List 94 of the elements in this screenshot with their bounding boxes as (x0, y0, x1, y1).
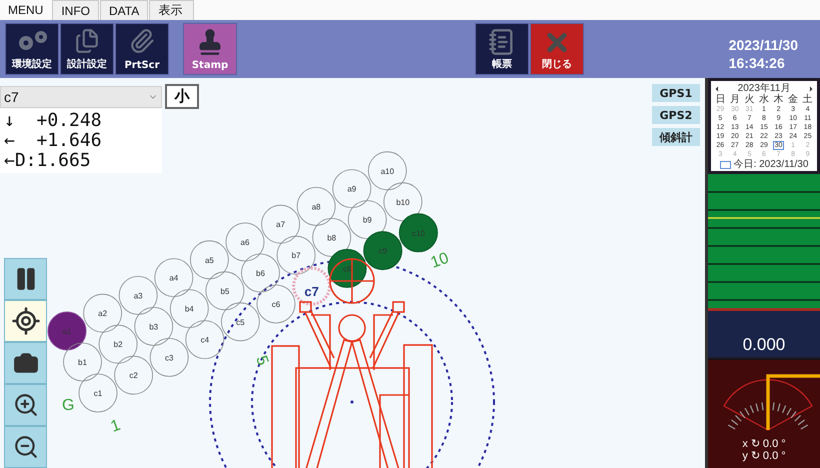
pile-circle[interactable] (398, 213, 438, 252)
tilt-reading: y ↻ 0.0 ° (742, 450, 786, 462)
offset-readout: ← +1.646 (4, 131, 103, 151)
toolbar-button[interactable]: 設計設定 (60, 23, 114, 75)
pile-label: c9 (378, 246, 388, 256)
pile-label: a7 (276, 220, 286, 230)
pile-circle[interactable] (276, 236, 316, 275)
pile-label: b7 (292, 251, 301, 260)
pile-label: a2 (98, 309, 108, 318)
pile-label: b6 (256, 269, 265, 278)
weekday-label: 金 (787, 94, 800, 105)
toolbar-button[interactable]: 環境設定 (5, 23, 59, 75)
pile-label: c7 (304, 284, 319, 300)
weekday-label: 木 (772, 94, 785, 105)
pile-circle[interactable] (221, 302, 260, 342)
pile-label: c8 (342, 264, 352, 274)
pile-label: b1 (78, 358, 87, 367)
pile-label: a8 (312, 202, 321, 212)
pile-label: b3 (149, 322, 158, 332)
offset-readout: ←D:1.665 (4, 151, 92, 171)
pile-select[interactable]: c7 (0, 86, 162, 108)
pile-label: c5 (236, 318, 245, 327)
pile-label: a4 (169, 274, 178, 283)
sensor-button[interactable]: GPS1 (652, 84, 700, 102)
today-link[interactable]: 今日: 2023/11/30 (734, 159, 808, 170)
pile-label: c6 (272, 300, 280, 309)
pile-circle[interactable] (83, 294, 122, 333)
documents-icon (74, 28, 100, 54)
level-reading: 0.000 (742, 334, 786, 356)
side-tool-button[interactable] (4, 300, 47, 342)
toolbar-button[interactable]: Stamp (183, 23, 237, 75)
pile-label: c10 (412, 228, 425, 238)
outrigger-pad (392, 301, 405, 313)
outrigger-pad (299, 301, 312, 313)
pile-circle[interactable] (292, 266, 332, 306)
paperclip-icon (129, 28, 155, 54)
side-tool-button[interactable] (4, 342, 47, 384)
calendar-month: 2023年11月 (738, 83, 790, 94)
side-tool-button[interactable] (4, 258, 47, 300)
pile-label: a9 (347, 184, 356, 194)
rig-arm (304, 310, 335, 370)
pile-label: a3 (134, 291, 143, 300)
menu-tab[interactable]: DATA (100, 0, 148, 20)
distance-label: 10 (428, 250, 452, 272)
distance-label: G (62, 397, 74, 414)
date-text: 2023/11/30 (728, 37, 798, 53)
pile-label: b4 (184, 304, 194, 314)
pile-label: b8 (327, 233, 336, 242)
side-tool-button[interactable] (4, 426, 47, 468)
pile-label: b9 (362, 216, 372, 225)
today-marker-icon (720, 160, 731, 168)
pile-circle[interactable] (256, 284, 296, 324)
size-button[interactable]: 小 (165, 84, 199, 109)
sensor-button[interactable]: GPS2 (652, 106, 700, 124)
target-crosshair-icon (329, 258, 375, 304)
tilt-reading: x ↻ 0.0 ° (742, 438, 786, 450)
menu-tab[interactable]: 表示 (149, 0, 194, 20)
sensor-button[interactable]: 傾斜計 (652, 128, 700, 146)
previous-month-icon[interactable] (713, 84, 721, 92)
rig-arm (369, 310, 400, 370)
weekday-label: 月 (728, 94, 741, 105)
menu-tab[interactable]: INFO (52, 0, 100, 20)
side-tool-button[interactable] (4, 384, 47, 426)
pile-label: b10 (396, 198, 410, 207)
mast-circle (338, 314, 366, 342)
weekday-label: 火 (743, 94, 756, 105)
pile-circle[interactable] (363, 231, 402, 270)
offset-readout: ↓ +0.248 (4, 111, 103, 131)
pile-label: c2 (129, 371, 138, 380)
toolbar-button[interactable]: PrtScr (115, 23, 169, 75)
weekday-label: 水 (758, 94, 770, 105)
pile-label: a5 (204, 256, 214, 265)
pile-label: c4 (200, 336, 210, 345)
pile-label: c1 (94, 389, 102, 398)
pile-circle[interactable] (63, 342, 102, 382)
zoom-out-icon (12, 434, 38, 460)
pile-label: b5 (220, 286, 230, 296)
pile-circle[interactable] (328, 248, 367, 288)
pile-label: a6 (240, 238, 250, 247)
weekday-label: 日 (714, 94, 726, 105)
toolbar-button[interactable]: 帳票 (475, 23, 529, 75)
pile-label: b2 (114, 340, 123, 350)
time-text: 16:34:26 (728, 55, 786, 71)
distance-label: 1 (108, 416, 123, 436)
pile-label: a10 (380, 166, 394, 176)
locate-icon (10, 306, 40, 336)
distance-label: 5 (252, 354, 272, 368)
weekday-label: 土 (802, 94, 814, 105)
pile-label: a1 (62, 327, 72, 336)
toolbar-button[interactable]: 閉じる (530, 23, 584, 75)
center-dot-icon (350, 400, 354, 404)
zoom-in-icon (12, 392, 38, 418)
pile-label: c3 (164, 353, 174, 362)
pile-circle[interactable] (48, 312, 86, 350)
